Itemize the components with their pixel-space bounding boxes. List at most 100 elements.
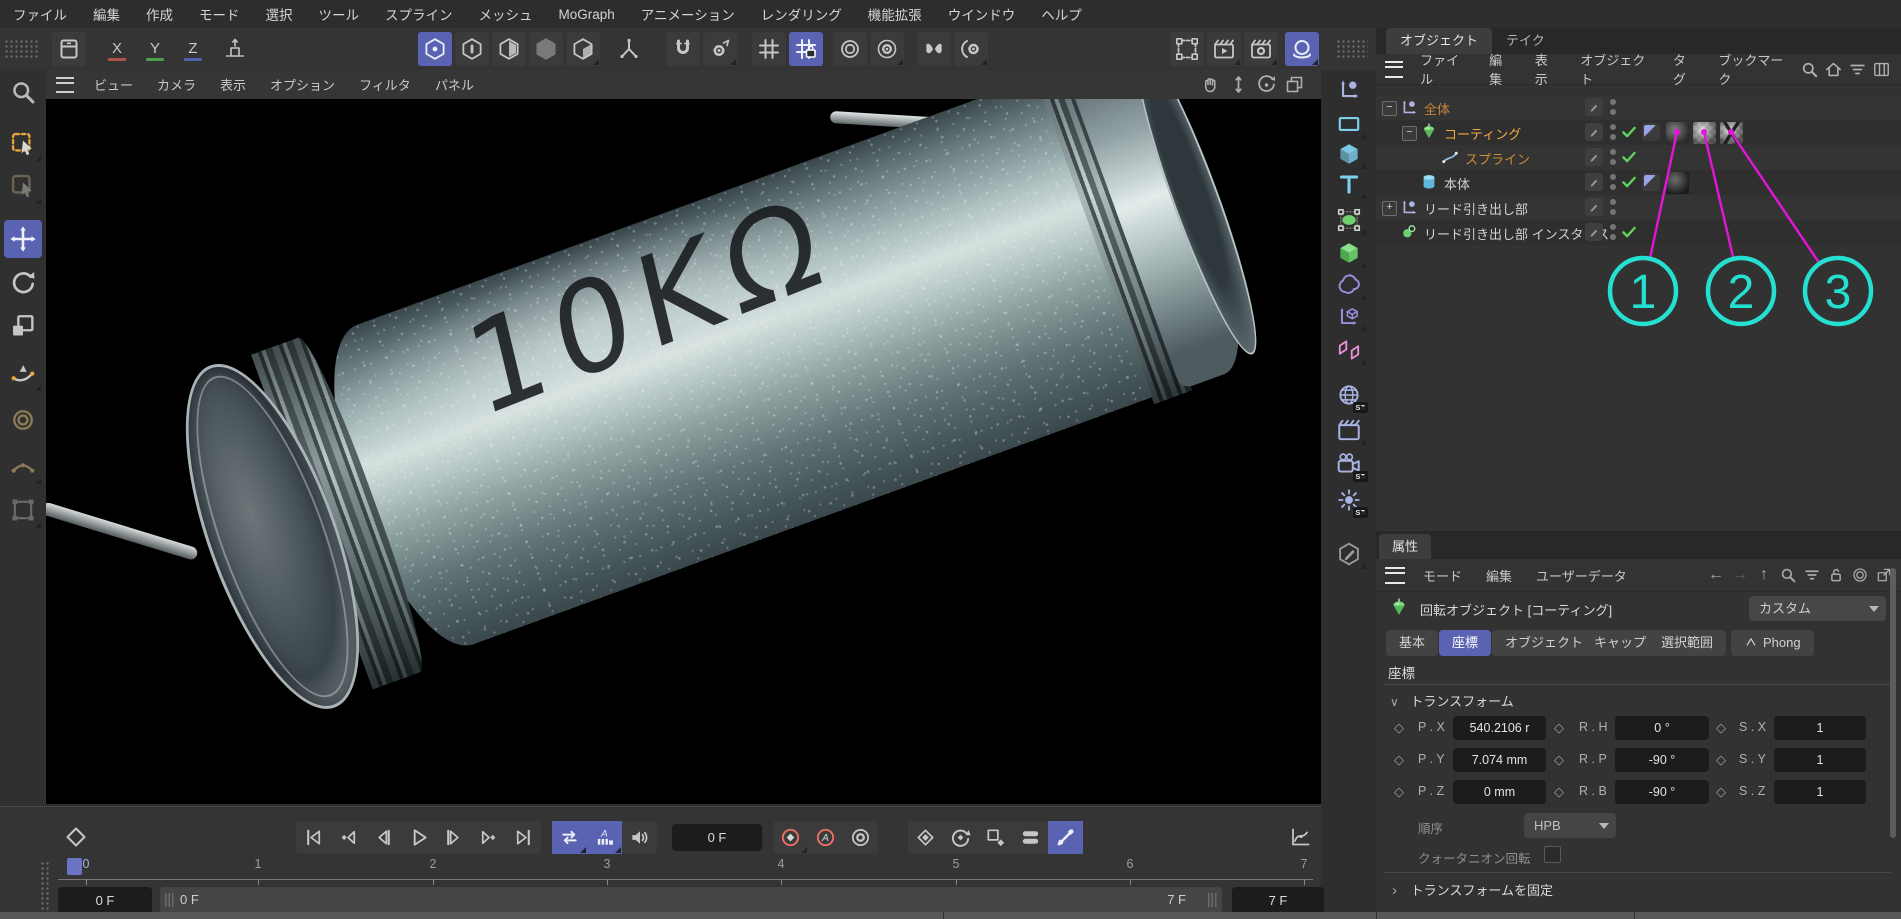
om-menu-view[interactable]: 表示: [1524, 50, 1570, 88]
range-end-field[interactable]: 7 F: [1232, 887, 1324, 914]
tab-phong[interactable]: Phong: [1731, 630, 1814, 656]
preset-dropdown[interactable]: カスタム: [1749, 596, 1886, 621]
om-menu-tags[interactable]: タグ: [1662, 50, 1708, 88]
pz-field[interactable]: 0 mm: [1453, 780, 1546, 804]
key-diamond-icon[interactable]: ◇: [1554, 784, 1564, 800]
preview-range-slider[interactable]: 0 F 7 F: [160, 887, 1222, 913]
px-field[interactable]: 540.2106 r: [1453, 716, 1546, 740]
make-editable-button[interactable]: [418, 32, 452, 66]
object-label[interactable]: リード引き出し部: [1424, 199, 1528, 218]
attr-menu-edit[interactable]: 編集: [1474, 566, 1524, 585]
find-tool-button[interactable]: [4, 73, 42, 111]
rb-field[interactable]: -90 °: [1615, 780, 1709, 804]
menu-tools[interactable]: ツール: [306, 4, 373, 24]
sx-field[interactable]: 1: [1774, 716, 1866, 740]
menu-spline[interactable]: スプライン: [372, 4, 466, 24]
attr-search-icon[interactable]: [1779, 566, 1797, 584]
next-key-button[interactable]: [471, 821, 506, 854]
visibility-dots[interactable]: [1610, 99, 1616, 116]
freeze-group-header[interactable]: › トランスフォームを固定: [1392, 880, 1553, 899]
target-button[interactable]: [833, 32, 867, 66]
key-diamond-icon[interactable]: ◇: [1554, 752, 1564, 768]
tree-row-lead-instance[interactable]: リード引き出し部 インスタンス: [1376, 220, 1901, 245]
null-object-button[interactable]: [1330, 72, 1367, 105]
pan-view-icon[interactable]: [1200, 74, 1221, 95]
key-diamond-icon[interactable]: ◇: [1716, 784, 1726, 800]
range-right-grip[interactable]: [1208, 893, 1217, 907]
pen-tool-button[interactable]: [4, 354, 42, 392]
key-parameter-button[interactable]: [1013, 821, 1048, 854]
menu-mode[interactable]: モード: [186, 4, 253, 24]
lock-icon[interactable]: [1827, 566, 1845, 584]
render-settings-button[interactable]: [1244, 32, 1278, 66]
maximize-view-icon[interactable]: [1284, 74, 1305, 95]
arc-spline-button[interactable]: [4, 447, 42, 485]
material-tag-dark[interactable]: [1666, 172, 1689, 194]
enabled-check-icon[interactable]: [1620, 223, 1638, 241]
plane-primitive-button[interactable]: [1330, 107, 1367, 140]
om-search-icon[interactable]: [1800, 60, 1819, 79]
live-selection-button[interactable]: [4, 125, 42, 163]
sky-object-button[interactable]: ST: [1330, 378, 1367, 411]
key-diamond-icon[interactable]: ◇: [1394, 752, 1404, 768]
attr-filter-icon[interactable]: [1803, 566, 1821, 584]
sketch-style-button[interactable]: [1330, 537, 1367, 570]
track-target-icon[interactable]: [1851, 566, 1869, 584]
previous-frame-button[interactable]: [366, 821, 401, 854]
visibility-dots[interactable]: [1610, 199, 1616, 216]
object-label[interactable]: コーティング: [1444, 124, 1521, 143]
add-keyframe-button[interactable]: [62, 823, 90, 851]
py-field[interactable]: 7.074 mm: [1453, 748, 1546, 772]
next-frame-button[interactable]: [436, 821, 471, 854]
axis-lock-z-button[interactable]: Z: [178, 34, 208, 62]
object-mode-button[interactable]: [529, 32, 563, 66]
current-frame-field[interactable]: 0 F: [672, 824, 762, 851]
rotate-tool-button[interactable]: [4, 263, 42, 301]
menu-extensions[interactable]: 機能拡張: [855, 4, 935, 24]
goto-start-button[interactable]: [296, 821, 331, 854]
cage-deformer-button[interactable]: [4, 491, 42, 529]
timeline-grip[interactable]: [40, 861, 51, 913]
world-axis-button[interactable]: [218, 32, 252, 66]
enabled-check-icon[interactable]: [1620, 148, 1638, 166]
om-menu-bookmarks[interactable]: ブックマーク: [1707, 50, 1800, 88]
menu-create[interactable]: 作成: [133, 4, 186, 24]
viewport-canvas[interactable]: 10KΩ: [46, 99, 1321, 804]
sy-field[interactable]: 1: [1774, 748, 1866, 772]
collapse-toggle[interactable]: −: [1402, 126, 1417, 141]
attributes-menu-icon[interactable]: [1385, 567, 1405, 584]
goto-end-button[interactable]: [506, 821, 541, 854]
menu-animation[interactable]: アニメーション: [628, 4, 748, 24]
menu-file[interactable]: ファイル: [0, 4, 80, 24]
om-home-icon[interactable]: [1824, 60, 1843, 79]
viewport-menu-filter[interactable]: フィルタ: [347, 75, 423, 94]
menu-mograph[interactable]: MoGraph: [546, 7, 628, 22]
text-object-button[interactable]: [1330, 167, 1367, 200]
record-keyframe-button[interactable]: [773, 821, 808, 854]
light-object-button[interactable]: ST: [1330, 483, 1367, 516]
layer-toggle[interactable]: [1585, 223, 1603, 241]
enabled-check-icon[interactable]: [1620, 123, 1638, 141]
object-label[interactable]: スプライン: [1465, 149, 1530, 168]
stage-object-button[interactable]: [1330, 413, 1367, 446]
viewport-menu-options[interactable]: オプション: [258, 75, 347, 94]
viewport-menu-view[interactable]: ビュー: [82, 75, 145, 94]
keyframe-settings-button[interactable]: [843, 821, 878, 854]
tree-row-body[interactable]: 本体: [1376, 170, 1901, 195]
om-menu-file[interactable]: ファイル: [1409, 50, 1478, 88]
menu-mesh[interactable]: メッシュ: [466, 4, 546, 24]
collapse-toggle[interactable]: −: [1382, 101, 1397, 116]
layer-toggle[interactable]: [1585, 148, 1603, 166]
key-diamond-icon[interactable]: ◇: [1554, 720, 1564, 736]
material-tag-1[interactable]: [1666, 122, 1689, 144]
visibility-dots[interactable]: [1610, 149, 1616, 166]
om-layout-icon[interactable]: [1872, 60, 1891, 79]
tab-basic[interactable]: 基本: [1386, 630, 1438, 656]
object-label[interactable]: リード引き出し部 インスタンス: [1424, 224, 1609, 243]
viewport-menu-panel[interactable]: パネル: [423, 75, 486, 94]
key-diamond-icon[interactable]: ◇: [1394, 784, 1404, 800]
viewport-menu-display[interactable]: 表示: [208, 75, 258, 94]
menu-edit[interactable]: 編集: [80, 4, 133, 24]
quaternion-checkbox[interactable]: [1544, 846, 1561, 863]
rh-field[interactable]: 0 °: [1615, 716, 1709, 740]
